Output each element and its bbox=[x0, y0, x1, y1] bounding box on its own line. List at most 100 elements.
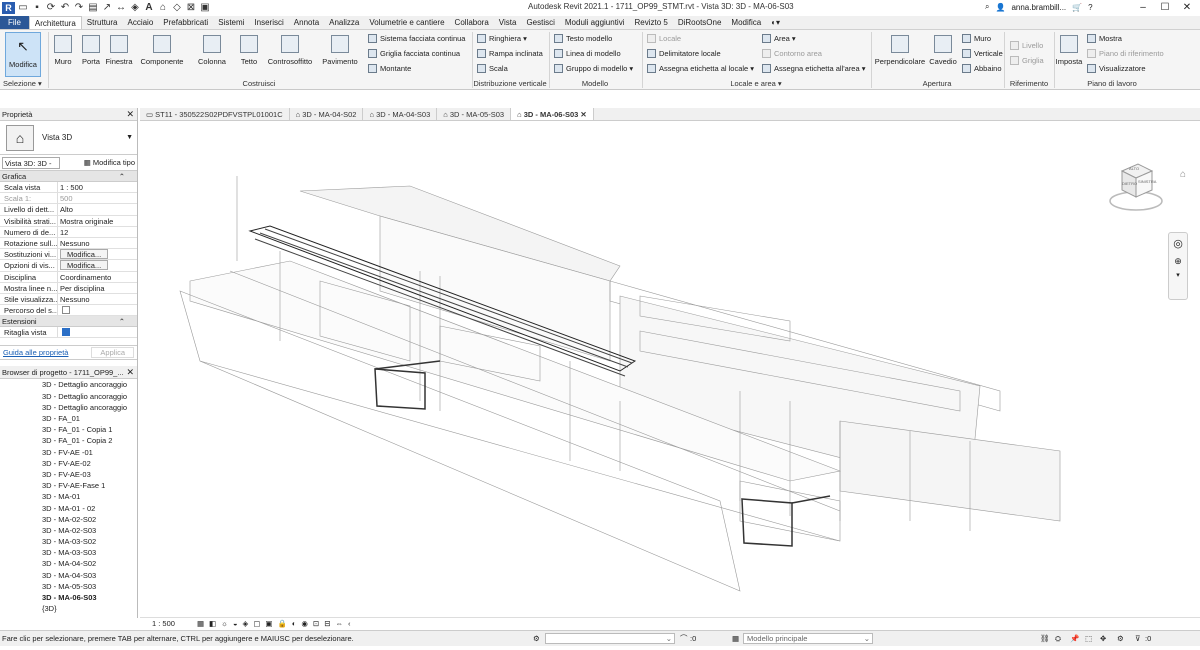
tab-vista[interactable]: Vista bbox=[494, 16, 522, 29]
close-hidden-icon[interactable]: ⊠ bbox=[185, 2, 197, 13]
ref-plane-button[interactable]: Piano di riferimento bbox=[1087, 49, 1164, 58]
model-line-button[interactable]: Linea di modello bbox=[554, 49, 621, 58]
save-icon[interactable]: ▪ bbox=[31, 2, 43, 13]
browser-item[interactable]: 3D - Dettaglio ancoraggio bbox=[0, 391, 137, 402]
constraints-icon[interactable]: ⇔ bbox=[336, 619, 344, 628]
filter-icon[interactable]: ⊽ bbox=[1135, 631, 1141, 646]
open-icon[interactable]: ▭ bbox=[17, 2, 29, 13]
ribbon-toggle-icon[interactable]: ◐▾ bbox=[766, 16, 785, 29]
close-icon[interactable]: ✕ bbox=[126, 108, 134, 121]
view-tab[interactable]: ▭ ST11 - 350522S02PDFVSTPL01001C bbox=[140, 108, 290, 120]
property-edit-button[interactable]: Modifica... bbox=[60, 249, 109, 260]
tab-gestisci[interactable]: Gestisci bbox=[521, 16, 559, 29]
wall-opening-button[interactable]: Muro bbox=[962, 34, 991, 43]
help-icon[interactable]: ? bbox=[1088, 3, 1092, 12]
show-workplane-button[interactable]: Mostra bbox=[1087, 34, 1122, 43]
close-icon[interactable]: ✕ bbox=[578, 110, 586, 119]
area-boundary-button[interactable]: Contorno area bbox=[762, 49, 822, 58]
redo-icon[interactable]: ↷ bbox=[73, 2, 85, 13]
column-button[interactable]: Colonna bbox=[195, 35, 229, 66]
tab-moduli-aggiuntivi[interactable]: Moduli aggiuntivi bbox=[560, 16, 630, 29]
category-grafica[interactable]: Grafica ⌃ bbox=[0, 171, 137, 182]
tab-diroots[interactable]: DiRootsOne bbox=[673, 16, 727, 29]
shadows-icon[interactable]: ◒ bbox=[233, 619, 238, 628]
viewer-button[interactable]: Visualizzatore bbox=[1087, 64, 1146, 73]
view-tab[interactable]: ⌂ 3D - MA-04-S03 bbox=[363, 108, 438, 120]
view-tab[interactable]: ⌂ 3D - MA-06-S03 ✕ bbox=[511, 108, 594, 120]
measure-icon[interactable]: ↗ bbox=[101, 2, 113, 13]
crop-view-icon[interactable]: ▢ bbox=[253, 619, 260, 628]
category-estensioni[interactable]: Estensioni ⌃ bbox=[0, 316, 137, 328]
close-icon[interactable]: ✕ bbox=[1176, 0, 1198, 15]
property-edit-button[interactable]: Modifica... bbox=[60, 260, 109, 271]
browser-item[interactable]: 3D - FA_01 - Copia 2 bbox=[0, 435, 137, 446]
highlight-displacement-icon[interactable]: ⊟ bbox=[324, 619, 330, 628]
dormer-button[interactable]: Abbaino bbox=[962, 64, 1002, 73]
browser-item[interactable]: 3D - MA-04-S03 bbox=[0, 570, 137, 581]
design-options-dropdown[interactable]: Modello principale ⌄ bbox=[743, 633, 873, 644]
show-crop-icon[interactable]: ▣ bbox=[265, 619, 272, 628]
shaft-button[interactable]: Cavedio bbox=[928, 35, 958, 66]
tag-icon[interactable]: ◈ bbox=[129, 2, 141, 13]
section-icon[interactable]: ◇ bbox=[171, 2, 183, 13]
model-group-button[interactable]: Gruppo di modello ▾ bbox=[554, 64, 633, 73]
curtain-grid-button[interactable]: Griglia facciata continua bbox=[368, 49, 460, 58]
property-checkbox[interactable] bbox=[62, 306, 70, 315]
grid-button[interactable]: Griglia bbox=[1010, 56, 1044, 65]
railing-button[interactable]: Ringhiera ▾ bbox=[477, 34, 527, 43]
set-workplane-button[interactable]: Imposta bbox=[1055, 35, 1083, 66]
browser-item[interactable]: 3D - FA_01 - Copia 1 bbox=[0, 424, 137, 435]
background-process-icon[interactable]: ⚙ bbox=[1117, 631, 1124, 646]
browser-item[interactable]: 3D - MA-06-S03 bbox=[0, 592, 137, 603]
component-button[interactable]: Componente bbox=[138, 35, 186, 66]
browser-item[interactable]: 3D - FV-AE-03 bbox=[0, 469, 137, 480]
wall-button[interactable]: Muro bbox=[50, 35, 76, 66]
properties-help-link[interactable]: Guida alle proprietà bbox=[3, 348, 68, 357]
view-instance-select[interactable]: Vista 3D: 3D - M bbox=[2, 156, 60, 179]
browser-item[interactable]: {3D} bbox=[0, 603, 137, 614]
view-tab[interactable]: ⌂ 3D - MA-05-S03 bbox=[437, 108, 512, 120]
temp-hide-icon[interactable]: ◐ bbox=[292, 619, 297, 628]
browser-item[interactable]: 3D - MA-05-S03 bbox=[0, 581, 137, 592]
switch-windows-icon[interactable]: ▣ bbox=[199, 2, 211, 13]
select-links-icon[interactable]: ⛓ bbox=[1040, 631, 1050, 646]
detail-level-icon[interactable]: ▦ bbox=[197, 619, 204, 628]
tab-architettura[interactable]: Architettura bbox=[28, 16, 82, 29]
editable-only-icon[interactable]: ⌒ bbox=[680, 631, 688, 646]
close-icon[interactable]: ✕ bbox=[126, 366, 134, 379]
tab-sistemi[interactable]: Sistemi bbox=[213, 16, 249, 29]
tab-collabora[interactable]: Collabora bbox=[450, 16, 494, 29]
reveal-hidden-icon[interactable]: ◉ bbox=[301, 619, 308, 628]
drag-elements-icon[interactable]: ✥ bbox=[1100, 631, 1106, 646]
browser-item[interactable]: 3D - MA-04-S02 bbox=[0, 558, 137, 569]
select-underlay-icon[interactable]: ⛭ bbox=[1055, 631, 1061, 646]
tag-area-button[interactable]: Assegna etichetta all'area ▾ bbox=[762, 64, 866, 73]
user-name[interactable]: anna.brambill... bbox=[1011, 3, 1066, 12]
room-button[interactable]: Locale bbox=[647, 34, 681, 43]
undo-icon[interactable]: ↶ bbox=[59, 2, 71, 13]
render-icon[interactable]: ◈ bbox=[243, 619, 249, 628]
modify-tool[interactable]: ↖ Modifica bbox=[5, 38, 41, 69]
door-button[interactable]: Porta bbox=[80, 35, 102, 66]
area-button[interactable]: Area ▾ bbox=[762, 34, 796, 43]
tab-annota[interactable]: Annota bbox=[289, 16, 324, 29]
model-text-button[interactable]: Testo modello bbox=[554, 34, 612, 43]
browser-item[interactable]: 3D - Dettaglio ancoraggio bbox=[0, 379, 137, 390]
tab-revizto[interactable]: Revizto 5 bbox=[629, 16, 672, 29]
print-icon[interactable]: ▤ bbox=[87, 2, 99, 13]
3d-viewport[interactable]: ALTO DIETRO SINISTRA ⌂ bbox=[140, 121, 1200, 616]
select-by-face-icon[interactable]: ⬚ bbox=[1085, 631, 1092, 646]
stair-button[interactable]: Scala bbox=[477, 64, 508, 73]
lock-3d-icon[interactable]: 🔒 bbox=[278, 619, 287, 628]
floor-button[interactable]: Pavimento bbox=[320, 35, 360, 66]
type-selector[interactable]: ⌂ Vista 3D ▼ bbox=[0, 121, 137, 155]
ceiling-button[interactable]: Controsoffitto bbox=[265, 35, 315, 66]
edit-type-button[interactable]: ▦ Modifica tipo bbox=[84, 158, 135, 167]
tab-acciaio[interactable]: Acciaio bbox=[122, 16, 158, 29]
room-separator-button[interactable]: Delimitatore locale bbox=[647, 49, 721, 58]
dimension-icon[interactable]: ↔ bbox=[115, 2, 127, 13]
level-button[interactable]: Livello bbox=[1010, 41, 1043, 50]
browser-item[interactable]: 3D - MA-03-S03 bbox=[0, 547, 137, 558]
browser-item[interactable]: 3D - MA-02-S02 bbox=[0, 514, 137, 525]
zoom-icon[interactable]: ⊕ bbox=[1169, 256, 1187, 267]
